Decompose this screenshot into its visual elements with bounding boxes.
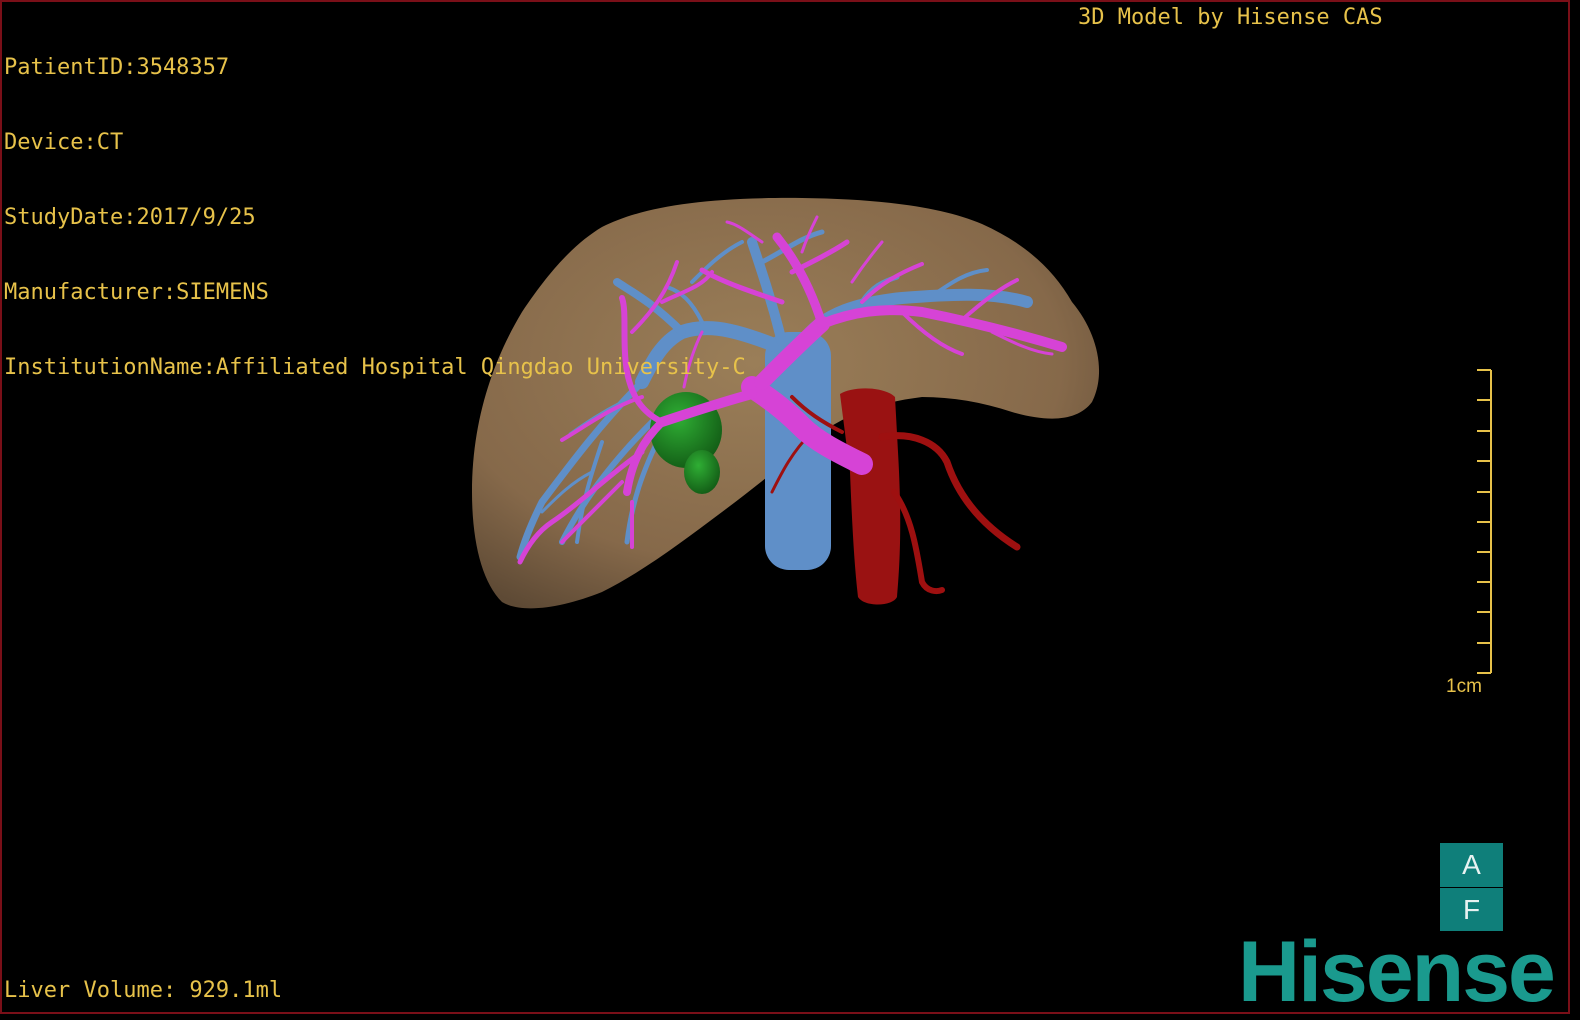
model-credit: 3D Model by Hisense CAS	[1078, 5, 1383, 30]
orientation-cube[interactable]: A F	[1440, 843, 1503, 931]
institution-name: InstitutionName:Affiliated Hospital Qing…	[4, 355, 746, 380]
patient-id: PatientID:3548357	[4, 55, 230, 80]
scale-bar	[1477, 369, 1492, 674]
aorta	[840, 388, 901, 605]
3d-viewport[interactable]: PatientID:3548357 Device:CT StudyDate:20…	[0, 0, 1570, 1014]
scale-label: 1cm	[1446, 676, 1482, 697]
study-date: StudyDate:2017/9/25	[4, 205, 256, 230]
device-label: Device:CT	[4, 130, 124, 155]
hisense-logo: Hisense	[1238, 924, 1556, 1014]
orientation-face-top[interactable]: A	[1440, 843, 1503, 888]
manufacturer-label: Manufacturer:SIEMENS	[4, 280, 269, 305]
liver-volume-readout: Liver Volume: 929.1ml	[4, 978, 283, 1003]
patient-info-overlay: PatientID:3548357 Device:CT StudyDate:20…	[4, 5, 746, 430]
